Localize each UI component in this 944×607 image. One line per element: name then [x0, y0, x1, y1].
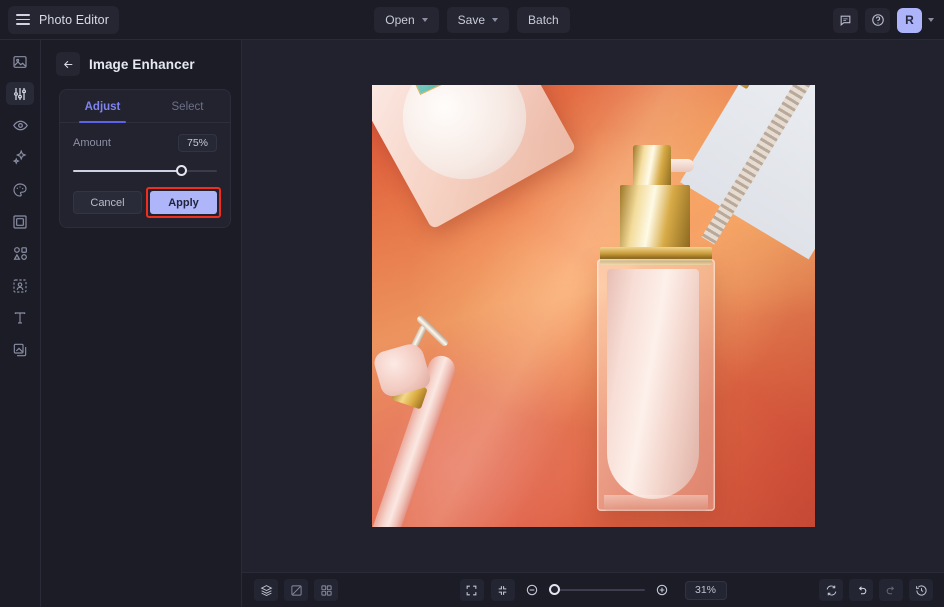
- amount-slider-fill: [73, 170, 181, 172]
- amount-label: Amount: [73, 137, 111, 149]
- zoom-out-button[interactable]: [522, 580, 542, 600]
- feedback-chat-button[interactable]: [833, 8, 858, 33]
- redo-icon: [885, 584, 898, 597]
- tool-rail: [0, 40, 41, 607]
- sidebar-item-text[interactable]: [6, 306, 34, 329]
- back-button[interactable]: [56, 52, 80, 76]
- sidebar-item-color[interactable]: [6, 178, 34, 201]
- sidebar-item-layers[interactable]: [6, 338, 34, 361]
- layers-button[interactable]: [254, 579, 278, 601]
- zoom-level-value[interactable]: 31%: [685, 581, 727, 600]
- compare-split-icon: [290, 584, 303, 597]
- compare-button[interactable]: [284, 579, 308, 601]
- photo-editor-app: Photo Editor Open Save Batch: [0, 0, 944, 607]
- adjustments-sliders-icon: [12, 86, 28, 102]
- arrow-left-icon: [62, 58, 75, 71]
- sparkles-effects-icon: [12, 149, 29, 166]
- shapes-icon: [12, 245, 29, 262]
- undo-button[interactable]: [849, 579, 873, 601]
- cutout-subject-icon: [12, 278, 28, 294]
- chevron-down-icon[interactable]: [928, 18, 934, 22]
- reset-rotate-icon: [825, 584, 838, 597]
- enhancer-card: Adjust Select Amount 75% Cancel Apply: [59, 89, 231, 228]
- top-center-actions: Open Save Batch: [0, 0, 944, 40]
- photo-bottle-base: [604, 495, 708, 511]
- feedback-chat-icon: [839, 14, 852, 27]
- image-icon: [12, 54, 28, 70]
- zoom-in-button[interactable]: [652, 580, 672, 600]
- panel-actions: Cancel Apply: [60, 177, 230, 214]
- top-right-actions: R: [833, 0, 934, 40]
- chevron-down-icon: [422, 18, 428, 22]
- save-button[interactable]: Save: [447, 7, 509, 33]
- open-button-label: Open: [385, 13, 414, 27]
- photo-serum-bottle: [590, 137, 722, 513]
- zoom-in-icon: [655, 583, 669, 597]
- amount-field: Amount 75%: [60, 123, 230, 177]
- batch-button-label: Batch: [528, 13, 559, 27]
- sidebar-item-retouch[interactable]: [6, 114, 34, 137]
- sidebar-item-shapes[interactable]: [6, 242, 34, 265]
- redo-button[interactable]: [879, 579, 903, 601]
- amount-row: Amount 75%: [73, 134, 217, 152]
- sidebar-item-crop[interactable]: [6, 210, 34, 233]
- apply-button-wrapper: Apply: [150, 191, 217, 214]
- sidebar-item-adjust[interactable]: [6, 82, 34, 105]
- save-button-label: Save: [458, 13, 485, 27]
- tab-adjust[interactable]: Adjust: [60, 90, 145, 122]
- grid-view-button[interactable]: [314, 579, 338, 601]
- tab-select[interactable]: Select: [145, 90, 230, 122]
- help-button[interactable]: [865, 8, 890, 33]
- reset-button[interactable]: [819, 579, 843, 601]
- app-menu-brand[interactable]: Photo Editor: [8, 6, 119, 34]
- open-button[interactable]: Open: [374, 7, 438, 33]
- actual-size-icon: [496, 584, 509, 597]
- text-tool-icon: [12, 310, 28, 326]
- history-controls: [819, 579, 933, 601]
- grid-view-icon: [320, 584, 333, 597]
- chevron-down-icon: [492, 18, 498, 22]
- history-icon: [915, 584, 928, 597]
- bottom-left-tools: [254, 579, 338, 601]
- sidebar-item-image[interactable]: [6, 50, 34, 73]
- color-palette-icon: [12, 182, 28, 198]
- photo-preview[interactable]: [372, 85, 815, 527]
- photo-bottle-spout: [668, 159, 694, 172]
- history-button[interactable]: [909, 579, 933, 601]
- zoom-slider[interactable]: [549, 584, 645, 596]
- hamburger-icon[interactable]: [16, 14, 30, 25]
- apply-button[interactable]: Apply: [150, 191, 217, 214]
- amount-value[interactable]: 75%: [178, 134, 217, 152]
- panel-tabs: Adjust Select: [60, 90, 230, 123]
- tool-panel: Image Enhancer Adjust Select Amount 75%: [41, 40, 242, 607]
- undo-icon: [855, 584, 868, 597]
- app-title: Photo Editor: [39, 13, 109, 27]
- avatar[interactable]: R: [897, 8, 922, 33]
- actual-size-button[interactable]: [491, 579, 515, 601]
- amount-slider-thumb[interactable]: [176, 165, 187, 176]
- eye-retouch-icon: [12, 117, 29, 134]
- panel-header: Image Enhancer: [41, 40, 241, 76]
- layers-stack-icon: [260, 584, 273, 597]
- batch-button[interactable]: Batch: [517, 7, 570, 33]
- page-title: Image Enhancer: [89, 57, 195, 72]
- canvas-area[interactable]: [242, 40, 944, 572]
- cancel-button[interactable]: Cancel: [73, 191, 142, 214]
- zoom-slider-thumb[interactable]: [549, 584, 560, 595]
- bottom-bar: 31%: [242, 572, 944, 607]
- zoom-out-icon: [525, 583, 539, 597]
- frame-crop-icon: [12, 214, 28, 230]
- amount-slider[interactable]: [73, 165, 217, 177]
- top-bar: Photo Editor Open Save Batch: [0, 0, 944, 40]
- fit-to-screen-icon: [465, 584, 478, 597]
- help-circle-icon: [871, 13, 885, 27]
- photo-bottle-neck: [620, 185, 690, 251]
- fit-to-screen-button[interactable]: [460, 579, 484, 601]
- photo-bottle-liquid: [607, 269, 699, 499]
- sidebar-item-effects[interactable]: [6, 146, 34, 169]
- layers-duplicate-icon: [12, 342, 28, 358]
- zoom-slider-track: [549, 589, 645, 591]
- sidebar-item-cutout[interactable]: [6, 274, 34, 297]
